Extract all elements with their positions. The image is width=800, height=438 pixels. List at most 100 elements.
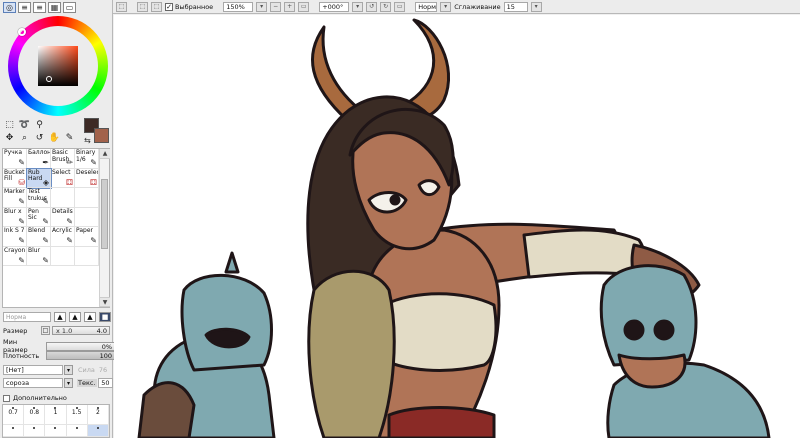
size-preset-empty[interactable] — [3, 424, 25, 437]
paper-texture-select[interactable]: [Нет] — [3, 365, 63, 375]
brush-shape-2[interactable]: ▲ — [69, 312, 81, 322]
brush-size-presets: 0.7 0.8 1 1.5 2 — [2, 404, 110, 438]
size-preset[interactable]: 1.5 — [66, 405, 88, 425]
brush-slot[interactable]: Blur x ✎ — [3, 207, 27, 227]
size-preset[interactable]: 1 — [45, 405, 67, 425]
sv-cursor[interactable] — [46, 76, 52, 82]
brush-grid: Ручка✎Баллончик✒Basic Brush✏Binary 1/6✎ B… — [3, 149, 99, 266]
zoom-field[interactable]: 150% — [223, 1, 254, 12]
advanced-settings-checkbox[interactable] — [3, 394, 10, 402]
brush-slot[interactable]: Test trukus ✎ — [27, 188, 51, 208]
rotate-right-button[interactable]: ↻ — [380, 1, 392, 12]
scroll-thumb[interactable] — [101, 179, 108, 249]
brush-slot-label: Marker — [4, 188, 25, 195]
texture-dropdown[interactable]: ▾ — [64, 378, 73, 388]
brush-slot[interactable]: Pen Sic ✎ — [27, 207, 51, 227]
deselect-button[interactable]: ⬚ — [137, 1, 148, 12]
stabilizer-dropdown-icon[interactable]: ▾ — [530, 1, 542, 12]
rect-select-icon[interactable]: ⬚ — [3, 120, 16, 131]
move-icon[interactable]: ✥ — [3, 133, 16, 144]
canvas-toolbar: ⬚ ⬚ ⬚ ✓ Выбранное 150% ▾ − + ▭ +000° ▾ ↺… — [113, 0, 800, 14]
rotation-field[interactable]: +000° — [319, 1, 350, 12]
brush-shape-3[interactable]: ▲ — [84, 312, 96, 322]
rotate-left-button[interactable]: ↺ — [366, 1, 378, 12]
hand-icon[interactable]: ✋ — [48, 133, 61, 144]
size-preset-empty[interactable] — [87, 424, 109, 437]
brush-slot[interactable]: Paper ✎ — [75, 227, 99, 247]
size-preset-empty[interactable] — [24, 424, 46, 437]
zoom-out-button[interactable]: − — [270, 1, 282, 12]
size-preset[interactable]: 0.7 — [3, 405, 25, 425]
brush-slot[interactable]: Marker ✎ — [3, 188, 27, 208]
brush-slot[interactable] — [75, 188, 99, 208]
rgb-slider-mode-button[interactable]: ≡ — [18, 2, 31, 13]
rotate-icon[interactable]: ↺ — [33, 133, 46, 144]
select-all-button[interactable]: ⬚ — [116, 1, 127, 12]
brush-slot[interactable]: Баллончик ✒ — [27, 149, 51, 169]
size-preset[interactable]: 2 — [87, 405, 109, 425]
invert-selection-button[interactable]: ⬚ — [151, 1, 162, 12]
brush-slot[interactable]: Rub Hard ◈ — [26, 167, 52, 189]
brush-slot[interactable]: Blend ✎ — [27, 227, 51, 247]
drawing-canvas[interactable] — [114, 15, 800, 438]
brush-slot[interactable]: Bucket Fill ⛁ — [3, 168, 27, 188]
selection-visibility-toggle[interactable]: ✓ Выбранное — [165, 2, 213, 11]
zoom-icon[interactable]: ⌕ — [18, 133, 31, 144]
density-slider[interactable]: 100 — [46, 351, 115, 360]
brush-slot[interactable] — [51, 246, 75, 266]
knight-left-spike — [224, 251, 240, 274]
hsv-slider-mode-button[interactable]: ≡ — [33, 2, 46, 13]
brush-slot[interactable]: Blur ✎ — [27, 246, 51, 266]
zoom-dropdown-icon[interactable]: ▾ — [256, 1, 268, 12]
paper-texture-dropdown[interactable]: ▾ — [64, 365, 73, 375]
advanced-settings-row[interactable]: Дополнительно — [3, 394, 67, 402]
brush-slot[interactable]: Crayon ✎ — [3, 246, 27, 266]
size-preset-empty[interactable] — [45, 424, 67, 437]
view-mode-dropdown-icon[interactable]: ▾ — [440, 1, 452, 12]
sub-color-swatch[interactable] — [94, 128, 109, 143]
min-size-slider[interactable]: 0% — [46, 341, 115, 351]
view-mode-select[interactable]: Норм — [415, 1, 438, 12]
saturation-value-square[interactable] — [38, 46, 78, 86]
brush-slot[interactable] — [75, 207, 99, 227]
brush-icon: ⚃ — [66, 177, 73, 187]
brush-scrollbar[interactable]: ▲ ▼ — [99, 149, 110, 307]
rotation-dropdown-icon[interactable]: ▾ — [352, 1, 364, 12]
zoom-reset-button[interactable]: ▭ — [298, 1, 310, 12]
scratchpad-mode-button[interactable]: ▭ — [63, 2, 76, 13]
brush-shape-4[interactable]: ■ — [99, 312, 111, 322]
eyedropper-icon[interactable]: ✎ — [63, 133, 76, 144]
brush-slot[interactable]: Binary 1/6 ✎ — [75, 149, 99, 169]
scroll-down-arrow[interactable]: ▼ — [100, 297, 110, 307]
zoom-in-button[interactable]: + — [284, 1, 296, 12]
brush-slot[interactable] — [51, 188, 75, 208]
selection-visibility-checkbox[interactable]: ✓ — [165, 2, 173, 11]
lasso-icon[interactable]: ➰ — [18, 120, 31, 131]
hue-cursor[interactable] — [18, 28, 26, 36]
brush-slot[interactable]: Ink S 7 ✎ — [3, 227, 27, 247]
size-multiplier-toggle[interactable]: □ — [41, 326, 50, 335]
brush-slot[interactable] — [75, 246, 99, 266]
color-wheel-mode-button[interactable]: ◎ — [3, 2, 16, 13]
brush-slot[interactable]: Deselect⚃ — [75, 168, 99, 188]
swatches-mode-button[interactable]: ▦ — [48, 2, 61, 13]
blend-mode-select[interactable]: Норма — [3, 312, 51, 322]
brush-slot[interactable]: Basic Brush ✏ — [51, 149, 75, 169]
brush-slot[interactable]: Details ✎ — [51, 207, 75, 227]
texture-select[interactable]: cороза — [3, 378, 63, 388]
swap-colors-icon[interactable]: ⇆ — [84, 136, 91, 145]
brush-slot[interactable]: Acrylic ✎ — [51, 227, 75, 247]
color-wheel[interactable] — [8, 16, 108, 116]
size-preset[interactable]: 0.8 — [24, 405, 46, 425]
size-preset-empty[interactable] — [66, 424, 88, 437]
brush-slot[interactable]: Ручка ✎ — [3, 149, 27, 169]
brush-slot[interactable]: Select ⚃ — [51, 168, 75, 188]
magic-wand-icon[interactable]: ⚲ — [33, 120, 46, 131]
stabilizer-field[interactable]: 15 — [503, 1, 528, 12]
brush-shape-1[interactable]: ▲ — [54, 312, 66, 322]
scroll-up-arrow[interactable]: ▲ — [100, 149, 110, 159]
brush-icon: ✎ — [42, 197, 49, 206]
rotation-reset-button[interactable]: ▭ — [394, 1, 406, 12]
size-slider[interactable]: x 1.0 4.0 — [52, 326, 110, 335]
texture-strength-value[interactable]: 50 — [97, 378, 113, 388]
